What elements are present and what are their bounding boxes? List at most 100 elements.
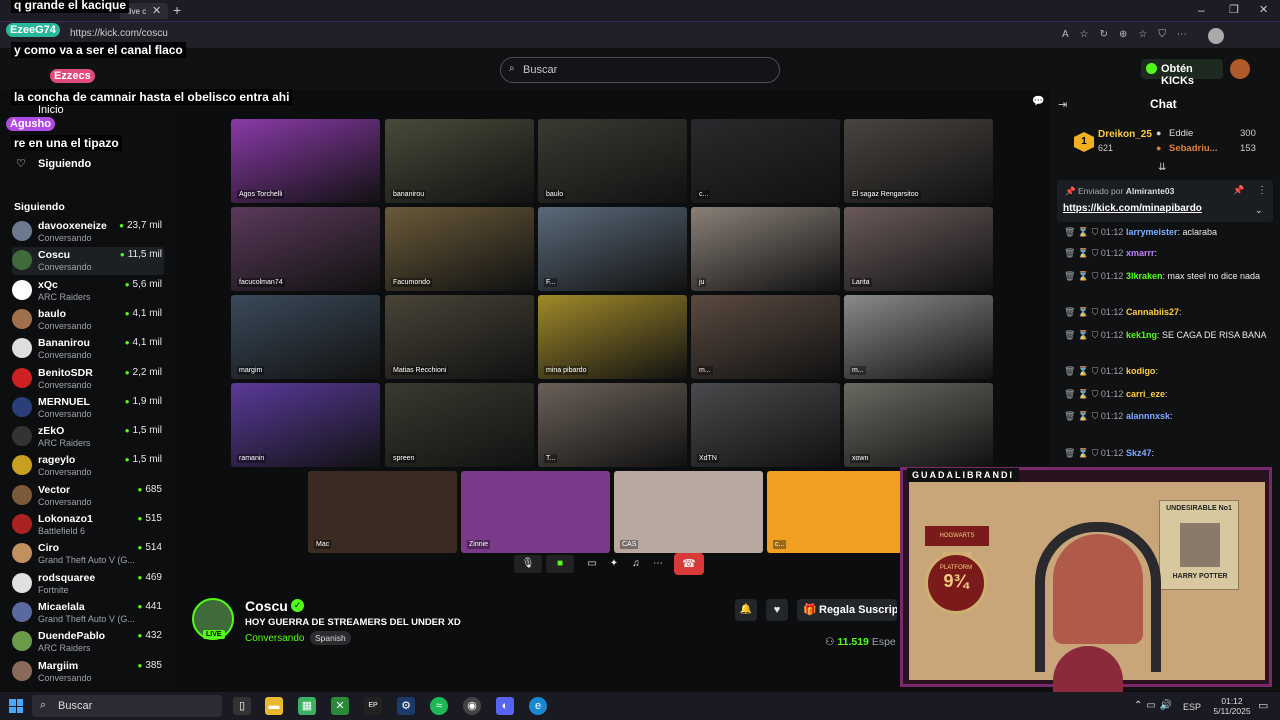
message-username[interactable]: 3lkraken xyxy=(1126,271,1163,281)
windows-start-icon[interactable] xyxy=(9,699,23,713)
sidebar-channel[interactable]: MERNUELConversando 1,9 mil xyxy=(12,394,164,422)
chat-message[interactable]: 🗑 ⌛ ⛉ 01:12 larrymeister: aclaraba xyxy=(1064,226,1274,239)
search-input[interactable]: ⌕ Buscar xyxy=(500,57,780,83)
obs-icon[interactable]: ◉ xyxy=(463,697,481,715)
sidebar-channel[interactable]: rodsquareeFortnite 469 xyxy=(12,570,164,598)
pinned-message[interactable]: 📌 Enviado por Almirante03 https://kick.c… xyxy=(1057,180,1273,222)
video-tile[interactable]: Facumondo xyxy=(385,207,534,291)
epic-games-icon[interactable]: EP xyxy=(364,697,382,715)
video-tile[interactable]: ju xyxy=(691,207,840,291)
hang-up-button[interactable]: ☎ xyxy=(674,553,704,575)
sidebar-channel[interactable]: CiroGrand Theft Auto V (G...514 xyxy=(12,540,164,568)
clock[interactable]: 01:12 5/11/2025 xyxy=(1208,696,1256,716)
sidebar-channel[interactable]: BenitoSDRConversando 2,2 mil xyxy=(12,365,164,393)
pinned-link[interactable]: https://kick.com/minapibardo xyxy=(1063,203,1202,214)
chat-message[interactable]: 🗑 ⌛ ⛉ 01:12 Cannabiis27: xyxy=(1064,306,1274,319)
nav-home[interactable]: Inicio xyxy=(38,104,64,116)
sidebar-channel[interactable]: MicaelalaGrand Theft Auto V (G...441 xyxy=(12,599,164,627)
mod-actions-icon[interactable]: 🗑 ⌛ ⛉ xyxy=(1064,248,1101,258)
video-tile[interactable]: c... xyxy=(767,471,916,553)
get-kicks-button[interactable]: Obtén KICKs xyxy=(1141,59,1223,87)
mod-actions-icon[interactable]: 🗑 ⌛ ⛉ xyxy=(1064,389,1101,399)
video-tile[interactable]: margim xyxy=(231,295,380,379)
video-tile[interactable]: Larita xyxy=(844,207,993,291)
video-tile[interactable]: c... xyxy=(691,119,840,203)
file-explorer-icon[interactable]: ▬ xyxy=(265,697,283,715)
pinned-menu-icon[interactable]: ⋮ xyxy=(1257,185,1267,196)
xbox-icon[interactable]: ✕ xyxy=(331,697,349,715)
activities-icon[interactable]: ✦ xyxy=(606,555,622,573)
message-username[interactable]: kodigo xyxy=(1126,366,1156,376)
video-tile[interactable]: XdTN xyxy=(691,383,840,467)
mod-actions-icon[interactable]: 🗑 ⌛ ⛉ xyxy=(1064,411,1101,421)
video-tile[interactable]: Agos Torchelli xyxy=(231,119,380,203)
app-icon[interactable]: ▦ xyxy=(298,697,316,715)
sidebar-channel[interactable]: xQcARC Raiders 5,6 mil xyxy=(12,277,164,305)
soundboard-icon[interactable]: ♫ xyxy=(628,555,644,573)
camera-icon[interactable]: ■ xyxy=(546,555,574,573)
minimize-icon[interactable]: – xyxy=(1198,3,1205,17)
video-tile[interactable]: m... xyxy=(691,295,840,379)
steam-icon[interactable]: ⚙ xyxy=(397,697,415,715)
mod-actions-icon[interactable]: 🗑 ⌛ ⛉ xyxy=(1064,448,1101,458)
chat-message[interactable]: 🗑 ⌛ ⛉ 01:12 xmarrr: xyxy=(1064,247,1274,260)
sidebar-channel[interactable]: davooxeneizeConversando 23,7 mil xyxy=(12,218,164,246)
mod-actions-icon[interactable]: 🗑 ⌛ ⛉ xyxy=(1064,307,1101,317)
more-options-icon[interactable]: ⋯ xyxy=(650,555,666,573)
new-tab-icon[interactable]: + xyxy=(173,2,181,18)
video-tile[interactable]: spreen xyxy=(385,383,534,467)
video-tile[interactable]: xown xyxy=(844,383,993,467)
mod-actions-icon[interactable]: 🗑 ⌛ ⛉ xyxy=(1064,227,1101,237)
message-username[interactable]: Skz47 xyxy=(1126,448,1152,458)
stream-category[interactable]: Conversando xyxy=(245,633,304,644)
close-tab-icon[interactable]: ✕ xyxy=(152,4,161,17)
video-tile[interactable]: bananirou xyxy=(385,119,534,203)
video-tile[interactable]: baulo xyxy=(538,119,687,203)
sidebar-channel[interactable]: zEkOARC Raiders 1,5 mil xyxy=(12,423,164,451)
leader-3-name[interactable]: Sebadriu... xyxy=(1169,143,1218,154)
chat-message[interactable]: 🗑 ⌛ ⛉ 01:12 carri_eze: xyxy=(1064,388,1274,401)
message-username[interactable]: Cannabiis27 xyxy=(1126,307,1179,317)
sidebar-channel[interactable]: BananirouConversando 4,1 mil xyxy=(12,335,164,363)
leader-2-name[interactable]: Eddie xyxy=(1169,128,1193,139)
user-avatar[interactable] xyxy=(1230,59,1250,79)
mod-actions-icon[interactable]: 🗑 ⌛ ⛉ xyxy=(1064,330,1101,340)
nav-following[interactable]: Siguiendo xyxy=(38,158,91,170)
chat-bubble-icon[interactable]: 💬 xyxy=(1032,96,1044,107)
browser-toolbar-icons[interactable]: A☆↻⊕☆⛉⋯ xyxy=(1062,29,1198,40)
language-tag[interactable]: Spanish xyxy=(310,631,351,645)
video-tile[interactable]: T... xyxy=(538,383,687,467)
message-username[interactable]: kek1ng xyxy=(1126,330,1157,340)
pin-icon[interactable]: 📌 xyxy=(1233,185,1244,196)
profile-icon[interactable] xyxy=(1208,28,1224,44)
chat-message[interactable]: 🗑 ⌛ ⛉ 01:12 alannnxsk: xyxy=(1064,410,1274,423)
sidebar-channel[interactable]: bauloConversando 4,1 mil xyxy=(12,306,164,334)
sidebar-channel[interactable]: rageyloConversando 1,5 mil xyxy=(12,452,164,480)
follow-heart-icon[interactable]: ♥ xyxy=(766,599,788,621)
sidebar-channel[interactable]: DuendePabloARC Raiders 432 xyxy=(12,628,164,656)
sidebar-channel[interactable]: VectorConversando 685 xyxy=(12,482,164,510)
spotify-icon[interactable]: ≈ xyxy=(430,697,448,715)
video-tile[interactable]: ramanin xyxy=(231,383,380,467)
screen-share-icon[interactable]: ▭ xyxy=(584,555,600,573)
channel-name[interactable]: Coscu xyxy=(245,598,288,614)
video-tile[interactable]: Zinnie xyxy=(461,471,610,553)
discord-icon[interactable]: ◐ xyxy=(496,697,514,715)
leader-1-name[interactable]: Dreikon_25 xyxy=(1098,129,1152,140)
video-tile[interactable]: facucolman74 xyxy=(231,207,380,291)
pinned-expand-icon[interactable]: ⌄ xyxy=(1255,205,1263,216)
close-window-icon[interactable]: ✕ xyxy=(1259,3,1268,16)
expand-leaderboard-icon[interactable]: ⇊ xyxy=(1158,162,1166,173)
video-tile[interactable]: Mac xyxy=(308,471,457,553)
sidebar-channel[interactable]: MargiimConversando 385 xyxy=(12,658,164,686)
video-tile[interactable]: mina pibardo xyxy=(538,295,687,379)
chat-message[interactable]: 🗑 ⌛ ⛉ 01:12 Skz47: xyxy=(1064,447,1274,460)
video-tile[interactable]: El sagaz Rengarsitoo xyxy=(844,119,993,203)
task-view-icon[interactable]: ▯ xyxy=(233,697,251,715)
video-tile[interactable]: Matias Recchioni xyxy=(385,295,534,379)
video-tile[interactable]: F... xyxy=(538,207,687,291)
video-tile[interactable]: m... xyxy=(844,295,993,379)
chat-message[interactable]: 🗑 ⌛ ⛉ 01:12 kek1ng: SE CAGA DE RISA BANA xyxy=(1064,329,1274,342)
system-tray-icons[interactable]: ⌃▭🔊 xyxy=(1134,700,1176,711)
collapse-chat-icon[interactable]: ⇥ xyxy=(1058,98,1067,111)
